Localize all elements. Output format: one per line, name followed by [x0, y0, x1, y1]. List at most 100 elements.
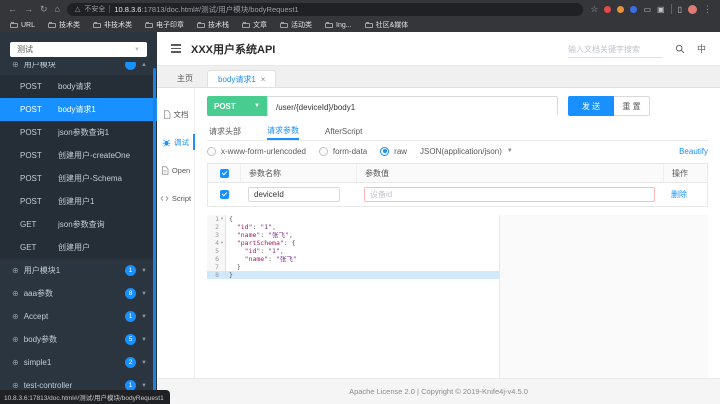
tab-home[interactable]: 主页: [167, 70, 203, 87]
nav-item-script[interactable]: Script: [157, 184, 194, 212]
body-type-row: x-www-form-urlencoded form-data raw JSON…: [207, 142, 708, 160]
sidebar-api-item[interactable]: GET json参数查询: [0, 213, 157, 236]
sidebar-group[interactable]: ⊕ 用户模块1 1 ▼: [0, 259, 157, 282]
radio-raw[interactable]: [380, 146, 390, 156]
bookmark-item[interactable]: URL: [10, 21, 35, 29]
extension-icon-red[interactable]: [604, 5, 612, 13]
col-action: 操作: [663, 164, 707, 182]
group-select[interactable]: 测试 ▼: [10, 42, 147, 57]
bookmark-item[interactable]: 技术类: [48, 20, 80, 30]
license-text: Apache License 2.0 | Copyright © 2019-Kn…: [349, 387, 528, 396]
sidebar-api-item[interactable]: GET 创建用户: [0, 236, 157, 259]
search-input[interactable]: [567, 43, 663, 56]
sidebar-api-item[interactable]: POST 创建用户-Schema: [0, 167, 157, 190]
bookmark-item[interactable]: 非技术类: [93, 20, 132, 30]
chevron-down-icon: ▼: [141, 290, 147, 297]
sidebar-api-item[interactable]: POST 创建用户-createOne: [0, 144, 157, 167]
forward-icon[interactable]: →: [24, 4, 33, 14]
sidebar-group[interactable]: ⊕ Accept 1 ▼: [0, 305, 157, 328]
folder-icon: [364, 21, 373, 28]
radio-x-www-form-urlencoded[interactable]: [207, 146, 216, 156]
sidebar-group[interactable]: ⊕ body参数 5 ▼: [0, 328, 157, 351]
browser-status-url: 10.8.3.6:17813/doc.html#/测试/用户模块/bodyReq…: [0, 390, 170, 404]
bookmark-item[interactable]: 电子印章: [145, 20, 184, 30]
col-param-name: 参数名称: [240, 164, 356, 182]
back-icon[interactable]: ←: [8, 4, 17, 14]
close-icon[interactable]: ×: [261, 75, 266, 84]
sidebar-group[interactable]: ⊕ aaa参数 8 ▼: [0, 282, 157, 305]
menu-kebab-icon[interactable]: ⋮: [703, 4, 712, 14]
select-all-checkbox[interactable]: [219, 168, 229, 178]
folder-icon: [10, 21, 18, 28]
cast-icon[interactable]: ▭: [643, 5, 651, 14]
reload-icon[interactable]: ↻: [40, 4, 48, 14]
path-params-table: 参数名称 参数值 操作 删除: [207, 163, 708, 207]
api-group-icon: ⊕: [12, 335, 19, 344]
count-badge: 1: [125, 311, 137, 322]
browser-chrome: ← → ↻ ⌂ △ 不安全 10.8.3.6:17813/doc.html#/测…: [0, 0, 720, 32]
bookmark-item[interactable]: 文章: [242, 20, 267, 30]
count-badge: 8: [125, 288, 137, 299]
bookmark-item[interactable]: 活动类: [280, 20, 312, 30]
side-panel-icon[interactable]: ▯: [678, 5, 682, 14]
request-url-input[interactable]: [268, 98, 557, 117]
main-panel: XXX用户系统API 中 主页 body请求1 ×: [157, 32, 720, 404]
sidebar-group[interactable]: ⊕ simple1 2 ▼: [0, 351, 157, 374]
param-name-input[interactable]: [248, 187, 340, 202]
bookmark-item[interactable]: 技术栈: [197, 20, 229, 30]
url-field[interactable]: △ 不安全 10.8.3.6:17813/doc.html#/测试/用户模块/b…: [66, 2, 584, 16]
nav-item-doc[interactable]: 文档: [157, 100, 194, 128]
api-list: POST body请求 POST body请求1 POST json参数查询1 POS…: [0, 75, 157, 259]
tab-request-headers[interactable]: 请求头部: [209, 122, 241, 140]
param-value-input[interactable]: [364, 187, 655, 202]
reset-button[interactable]: 重 置: [614, 96, 650, 116]
extension-icon-blue[interactable]: [630, 5, 638, 13]
collapse-sidebar-icon[interactable]: [171, 44, 181, 53]
editor-side-panel: [500, 215, 708, 378]
delete-row-link[interactable]: 删除: [671, 189, 687, 200]
beautify-link[interactable]: Beautify: [679, 147, 708, 156]
search-icon[interactable]: [675, 44, 685, 54]
count-badge: 5: [125, 334, 137, 345]
sidebar-scrollbar[interactable]: [153, 68, 156, 404]
raw-content-type-select[interactable]: JSON(application/json): [420, 147, 502, 156]
language-toggle[interactable]: 中: [697, 42, 706, 55]
chevron-down-icon: ▼: [506, 148, 513, 154]
bug-icon: [162, 139, 171, 147]
extensions-puzzle-icon[interactable]: ▣: [657, 5, 665, 14]
bookmark-star-icon[interactable]: ☆: [590, 4, 598, 14]
method-select[interactable]: POST ▼: [207, 96, 267, 116]
folder-icon: [93, 21, 102, 28]
chevron-down-icon: ▼: [134, 46, 140, 53]
screen: ← → ↻ ⌂ △ 不安全 10.8.3.6:17813/doc.html#/测…: [0, 0, 720, 404]
sidebar-api-item[interactable]: POST body请求: [0, 75, 157, 98]
sidebar-api-item[interactable]: POST json参数查询1: [0, 121, 157, 144]
bookmark-item[interactable]: 社区&媒体: [364, 20, 408, 30]
folder-icon: [325, 21, 334, 28]
extension-icon-orange[interactable]: [617, 5, 625, 13]
code-editor[interactable]: 1 ▾{2 "id": "1", 3 "name": "张飞", 4 ▾ "partSc…: [207, 215, 500, 378]
folder-icon: [145, 21, 154, 28]
profile-avatar[interactable]: [688, 4, 697, 14]
count-badge: 2: [125, 357, 137, 368]
tab-afterscript[interactable]: AfterScript: [325, 122, 362, 140]
row-checkbox[interactable]: [219, 190, 229, 199]
code-icon: [160, 195, 169, 201]
clipped-group-header[interactable]: ⊕ 用户模块 ▲: [0, 62, 157, 75]
security-label[interactable]: 不安全: [84, 4, 105, 14]
home-icon[interactable]: ⌂: [55, 4, 60, 14]
request-url-field: [267, 96, 558, 117]
nav-item-open[interactable]: Open: [157, 156, 194, 184]
tab-request-params[interactable]: 请求参数: [267, 122, 299, 140]
send-button[interactable]: 发 送: [568, 96, 614, 116]
bookmark-item[interactable]: Ing...: [325, 21, 352, 29]
tab-active-api[interactable]: body请求1 ×: [207, 70, 277, 87]
radio-form-data[interactable]: [318, 146, 328, 156]
sidebar-api-item[interactable]: POST 创建用户1: [0, 190, 157, 213]
sidebar-api-item-active[interactable]: POST body请求1: [0, 98, 157, 121]
chevron-down-icon: ▼: [254, 103, 260, 109]
nav-item-debug[interactable]: 调试: [157, 128, 195, 156]
content-area: 文档 调试 Open Script POST ▼ /user/{deviceId…: [157, 88, 720, 378]
table-header: 参数名称 参数值 操作: [208, 164, 707, 183]
table-row: 删除: [208, 183, 707, 206]
